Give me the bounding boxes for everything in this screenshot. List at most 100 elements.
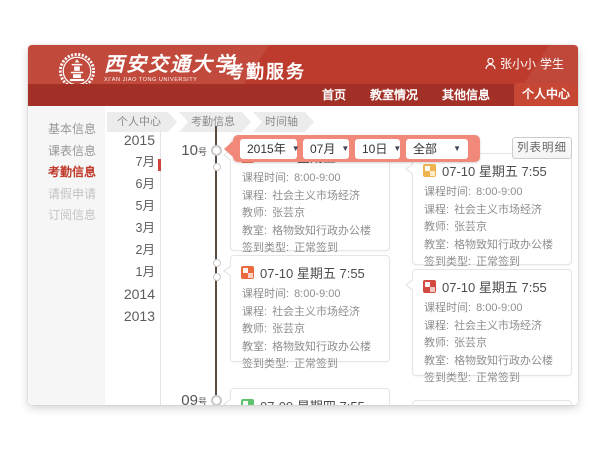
card-field-value: 8:00-9:00 xyxy=(294,288,340,300)
card-field-label: 课程: xyxy=(242,190,267,202)
card-field-value: 格物致知行政办公楼 xyxy=(454,355,553,367)
card-field-value: 张芸京 xyxy=(272,323,305,335)
card-field-label: 课程: xyxy=(424,204,449,216)
card-field-label: 课程时间: xyxy=(424,186,471,198)
timeline-node-current[interactable] xyxy=(211,145,222,156)
chevron-down-icon: ▼ xyxy=(453,144,461,153)
attendance-card: 07-10 星期五 7:55 课程时间: 8:00-9:00 课程: 社会主义市场经… xyxy=(412,269,572,376)
timeline-node-prev-day[interactable] xyxy=(211,395,222,405)
scale-separator-line xyxy=(160,130,161,405)
nav-home[interactable]: 首页 xyxy=(322,84,346,106)
university-name-cn: 西安交通大学 xyxy=(104,51,236,77)
card-field-value: 8:00-9:00 xyxy=(294,172,340,184)
scale-year-2015[interactable]: 2015 xyxy=(105,129,155,151)
card-date-title: 07-10 星期五 7:55 xyxy=(442,277,547,296)
user-menu[interactable]: 张小小 学生 xyxy=(485,55,564,72)
scale-year-2014[interactable]: 2014 xyxy=(105,283,155,305)
card-field-value: 正常签到 xyxy=(294,358,338,370)
type-dropdown[interactable]: 全部▼ xyxy=(406,139,468,159)
current-month-marker xyxy=(158,159,161,171)
card-field-value: 格物致知行政办公楼 xyxy=(272,225,371,237)
list-detail-button[interactable]: 列表明细 xyxy=(512,137,572,159)
sidebar-item-basic-info[interactable]: 基本信息 xyxy=(28,119,105,141)
card-field-label: 教室: xyxy=(242,341,267,353)
card-field-label: 教室: xyxy=(424,239,449,251)
card-field-label: 教师: xyxy=(424,221,449,233)
card-field-label: 签到类型: xyxy=(242,358,289,370)
day-marker-09[interactable]: 09号 xyxy=(165,392,207,405)
calendar-check-icon xyxy=(241,399,254,405)
attendance-card: 07-10 星期五 7:55 课程时间: 8:00-9:00 课程: 社会主义市场经… xyxy=(412,153,572,265)
card-field-value: 正常签到 xyxy=(476,372,520,384)
timeline-node[interactable] xyxy=(213,163,221,171)
sidebar-item-leave-request[interactable]: 请假申请 xyxy=(28,184,105,206)
sidebar-item-attendance-info[interactable]: 考勤信息 xyxy=(28,162,105,184)
sidebar-item-subscription-info[interactable]: 订阅信息 xyxy=(28,205,105,227)
day-marker-10[interactable]: 10号 xyxy=(165,142,207,159)
scale-month-jun[interactable]: 6月 xyxy=(105,173,155,195)
chevron-down-icon: ▼ xyxy=(292,144,300,153)
user-role: 学生 xyxy=(540,55,564,72)
card-field-value: 正常签到 xyxy=(476,256,520,268)
sidebar: 基本信息 课表信息 考勤信息 请假申请 订阅信息 xyxy=(28,106,105,405)
scale-month-jan[interactable]: 1月 xyxy=(105,261,155,283)
card-field-label: 课程时间: xyxy=(242,288,289,300)
card-field-value: 社会主义市场经济 xyxy=(272,306,360,318)
scale-year-2013[interactable]: 2013 xyxy=(105,305,155,327)
card-field-value: 8:00-9:00 xyxy=(476,302,522,314)
card-field-label: 课程: xyxy=(242,306,267,318)
user-icon xyxy=(485,58,496,70)
top-nav: 首页 教室情况 其他信息 个人中心 xyxy=(28,84,578,106)
card-field-value: 张芸京 xyxy=(272,207,305,219)
card-field-label: 教师: xyxy=(242,323,267,335)
main-content: 个人中心 考勤信息 时间轴 2015 7月 6月 5月 3月 2月 1月 201… xyxy=(105,106,578,405)
attendance-card-partial xyxy=(412,400,572,405)
breadcrumb-timeline[interactable]: 时间轴 xyxy=(253,112,314,132)
timeline-node[interactable] xyxy=(213,273,221,281)
scale-month-jul[interactable]: 7月 xyxy=(105,151,155,173)
sidebar-item-schedule-info[interactable]: 课表信息 xyxy=(28,141,105,163)
chevron-down-icon: ▼ xyxy=(341,144,349,153)
year-dropdown[interactable]: 2015年▼ xyxy=(240,139,297,159)
card-field-label: 教室: xyxy=(424,355,449,367)
card-field-value: 社会主义市场经济 xyxy=(454,320,542,332)
calendar-check-icon xyxy=(423,280,436,293)
university-name-block: 西安交通大学 XI'AN JIAO TONG UNIVERSITY xyxy=(104,51,236,84)
user-name: 张小小 xyxy=(500,55,536,72)
card-field-label: 签到类型: xyxy=(424,256,471,268)
calendar-check-icon xyxy=(423,164,436,177)
scale-month-may[interactable]: 5月 xyxy=(105,195,155,217)
card-field-value: 社会主义市场经济 xyxy=(454,204,542,216)
card-field-value: 8:00-9:00 xyxy=(476,186,522,198)
card-field-label: 课程: xyxy=(424,320,449,332)
nav-other-info[interactable]: 其他信息 xyxy=(442,84,490,106)
page-title: 考勤服务 xyxy=(226,58,306,84)
card-field-label: 课程时间: xyxy=(424,302,471,314)
timeline-scale: 2015 7月 6月 5月 3月 2月 1月 2014 2013 xyxy=(105,129,155,327)
card-date-title: 07-09 星期四 7:55 xyxy=(260,396,365,405)
card-field-label: 教师: xyxy=(424,337,449,349)
month-dropdown[interactable]: 07月▼ xyxy=(303,139,349,159)
date-filter-bar: 2015年▼ 07月▼ 10日▼ 全部▼ xyxy=(233,135,480,162)
card-field-value: 张芸京 xyxy=(454,337,487,349)
card-field-value: 格物致知行政办公楼 xyxy=(272,341,371,353)
card-field-label: 课程时间: xyxy=(242,172,289,184)
card-field-value: 格物致知行政办公楼 xyxy=(454,239,553,251)
nav-classroom-status[interactable]: 教室情况 xyxy=(370,84,418,106)
attendance-card-partial: 07-09 星期四 7:55 xyxy=(230,388,390,405)
timeline-node[interactable] xyxy=(213,259,221,267)
nav-personal-center-active[interactable]: 个人中心 xyxy=(514,83,578,106)
card-field-label: 签到类型: xyxy=(424,372,471,384)
card-date-title: 07-10 星期五 7:55 xyxy=(260,263,365,282)
university-name-en: XI'AN JIAO TONG UNIVERSITY xyxy=(104,77,210,83)
attendance-card: 07-10 星期五 7:55 课程时间: 8:00-9:00 课程: 社会主义市场经… xyxy=(230,255,390,362)
card-field-label: 教室: xyxy=(242,225,267,237)
calendar-check-icon xyxy=(241,266,254,279)
card-field-value: 正常签到 xyxy=(294,242,338,254)
app-header: 西安交通大学 XI'AN JIAO TONG UNIVERSITY 考勤服务 张… xyxy=(28,45,578,106)
card-date-title: 07-10 星期五 7:55 xyxy=(442,161,547,180)
day-dropdown[interactable]: 10日▼ xyxy=(355,139,400,159)
card-field-label: 签到类型: xyxy=(242,242,289,254)
scale-month-mar[interactable]: 3月 xyxy=(105,217,155,239)
scale-month-feb[interactable]: 2月 xyxy=(105,239,155,261)
